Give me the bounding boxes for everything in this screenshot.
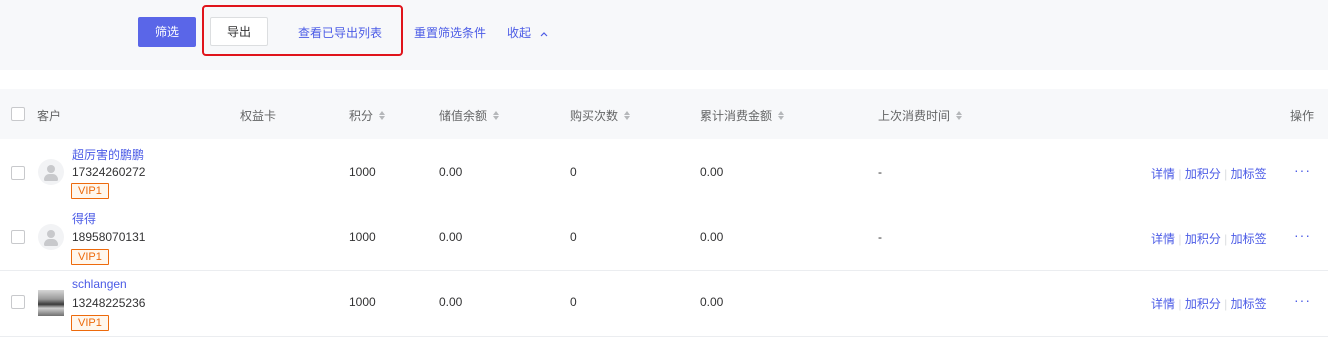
last-purchase-value: - xyxy=(878,230,882,244)
customer-name-link[interactable]: 超厉害的鹏鹏 xyxy=(72,146,144,163)
row-actions: 详情 | 加积分 | 加标签 xyxy=(1151,295,1267,312)
add-tag-link[interactable]: 加标签 xyxy=(1231,232,1267,246)
action-separator: | xyxy=(1220,297,1231,311)
header-total-spent[interactable]: 累计消费金额 xyxy=(700,107,785,124)
sort-icon[interactable] xyxy=(778,111,785,121)
row-actions: 详情 | 加积分 | 加标签 xyxy=(1151,165,1267,182)
points-value: 1000 xyxy=(349,295,376,309)
customer-phone: 13248225236 xyxy=(72,296,146,310)
row-actions: 详情 | 加积分 | 加标签 xyxy=(1151,230,1267,247)
reset-filters-link[interactable]: 重置筛选条件 xyxy=(414,24,486,41)
sort-icon[interactable] xyxy=(379,111,386,121)
header-last-purchase-label: 上次消费时间 xyxy=(878,109,951,123)
filter-bar: 筛选 导出 查看已导出列表 重置筛选条件 收起 xyxy=(0,0,1328,70)
add-points-link[interactable]: 加积分 xyxy=(1185,297,1221,311)
default-avatar-icon xyxy=(38,159,64,185)
more-actions-icon[interactable]: ··· xyxy=(1294,227,1311,243)
customer-name-link[interactable]: schlangen xyxy=(72,277,127,291)
row-checkbox[interactable] xyxy=(11,295,25,309)
vip-level-tag: VIP1 xyxy=(71,315,109,331)
action-separator: | xyxy=(1220,232,1231,246)
collapse-label: 收起 xyxy=(507,26,532,40)
detail-link[interactable]: 详情 xyxy=(1151,297,1175,311)
chevron-up-icon xyxy=(540,26,548,40)
sort-icon[interactable] xyxy=(493,111,500,121)
points-value: 1000 xyxy=(349,230,376,244)
header-points[interactable]: 积分 xyxy=(349,107,386,124)
table-header: 客户 权益卡 积分 储值余额 购买次数 累计消费金额 上次消费时间 操作 xyxy=(0,89,1328,139)
purchase-count-value: 0 xyxy=(570,230,577,244)
action-separator: | xyxy=(1175,167,1185,181)
header-total-spent-label: 累计消费金额 xyxy=(700,109,773,123)
points-value: 1000 xyxy=(349,165,376,179)
collapse-filters-link[interactable]: 收起 xyxy=(507,24,548,41)
header-rights-card: 权益卡 xyxy=(240,109,277,123)
balance-value: 0.00 xyxy=(439,295,463,309)
sort-icon[interactable] xyxy=(624,111,631,121)
add-tag-link[interactable]: 加标签 xyxy=(1231,167,1267,181)
total-spent-value: 0.00 xyxy=(700,230,724,244)
vip-level-tag: VIP1 xyxy=(71,183,109,199)
detail-link[interactable]: 详情 xyxy=(1151,232,1175,246)
filter-button[interactable]: 筛选 xyxy=(138,17,196,47)
row-divider xyxy=(0,336,1328,337)
photo-avatar xyxy=(38,290,64,316)
action-separator: | xyxy=(1220,167,1231,181)
table-row: 得得 18958070131 VIP1 1000 0.00 0 0.00 - 详… xyxy=(0,205,1328,270)
vip-level-tag: VIP1 xyxy=(71,249,109,265)
total-spent-value: 0.00 xyxy=(700,165,724,179)
balance-value: 0.00 xyxy=(439,165,463,179)
detail-link[interactable]: 详情 xyxy=(1151,167,1175,181)
customer-name-link[interactable]: 得得 xyxy=(72,210,96,227)
customer-phone: 17324260272 xyxy=(72,165,146,179)
more-actions-icon[interactable]: ··· xyxy=(1294,292,1311,308)
header-customer: 客户 xyxy=(37,109,62,123)
view-exported-list-link[interactable]: 查看已导出列表 xyxy=(298,24,382,41)
purchase-count-value: 0 xyxy=(570,295,577,309)
header-last-purchase[interactable]: 上次消费时间 xyxy=(878,107,963,124)
last-purchase-value: - xyxy=(878,165,882,179)
sort-icon[interactable] xyxy=(956,111,963,121)
row-checkbox[interactable] xyxy=(11,230,25,244)
action-separator: | xyxy=(1175,297,1185,311)
table-row: 超厉害的鹏鹏 17324260272 VIP1 1000 0.00 0 0.00… xyxy=(0,140,1328,205)
balance-value: 0.00 xyxy=(439,230,463,244)
purchase-count-value: 0 xyxy=(570,165,577,179)
header-purchase-count-label: 购买次数 xyxy=(570,109,619,123)
export-button[interactable]: 导出 xyxy=(210,17,268,46)
default-avatar-icon xyxy=(38,224,64,250)
table-row: schlangen 13248225236 VIP1 1000 0.00 0 0… xyxy=(0,271,1328,336)
more-actions-icon[interactable]: ··· xyxy=(1294,162,1311,178)
add-points-link[interactable]: 加积分 xyxy=(1185,232,1221,246)
page-scrollbar[interactable] xyxy=(1328,0,1343,343)
header-actions: 操作 xyxy=(1290,109,1315,123)
select-all-checkbox[interactable] xyxy=(11,107,25,121)
add-points-link[interactable]: 加积分 xyxy=(1185,167,1221,181)
header-balance[interactable]: 储值余额 xyxy=(439,107,500,124)
header-points-label: 积分 xyxy=(349,109,374,123)
add-tag-link[interactable]: 加标签 xyxy=(1231,297,1267,311)
customer-phone: 18958070131 xyxy=(72,230,146,244)
header-purchase-count[interactable]: 购买次数 xyxy=(570,107,631,124)
total-spent-value: 0.00 xyxy=(700,295,724,309)
header-balance-label: 储值余额 xyxy=(439,109,488,123)
action-separator: | xyxy=(1175,232,1185,246)
row-checkbox[interactable] xyxy=(11,166,25,180)
